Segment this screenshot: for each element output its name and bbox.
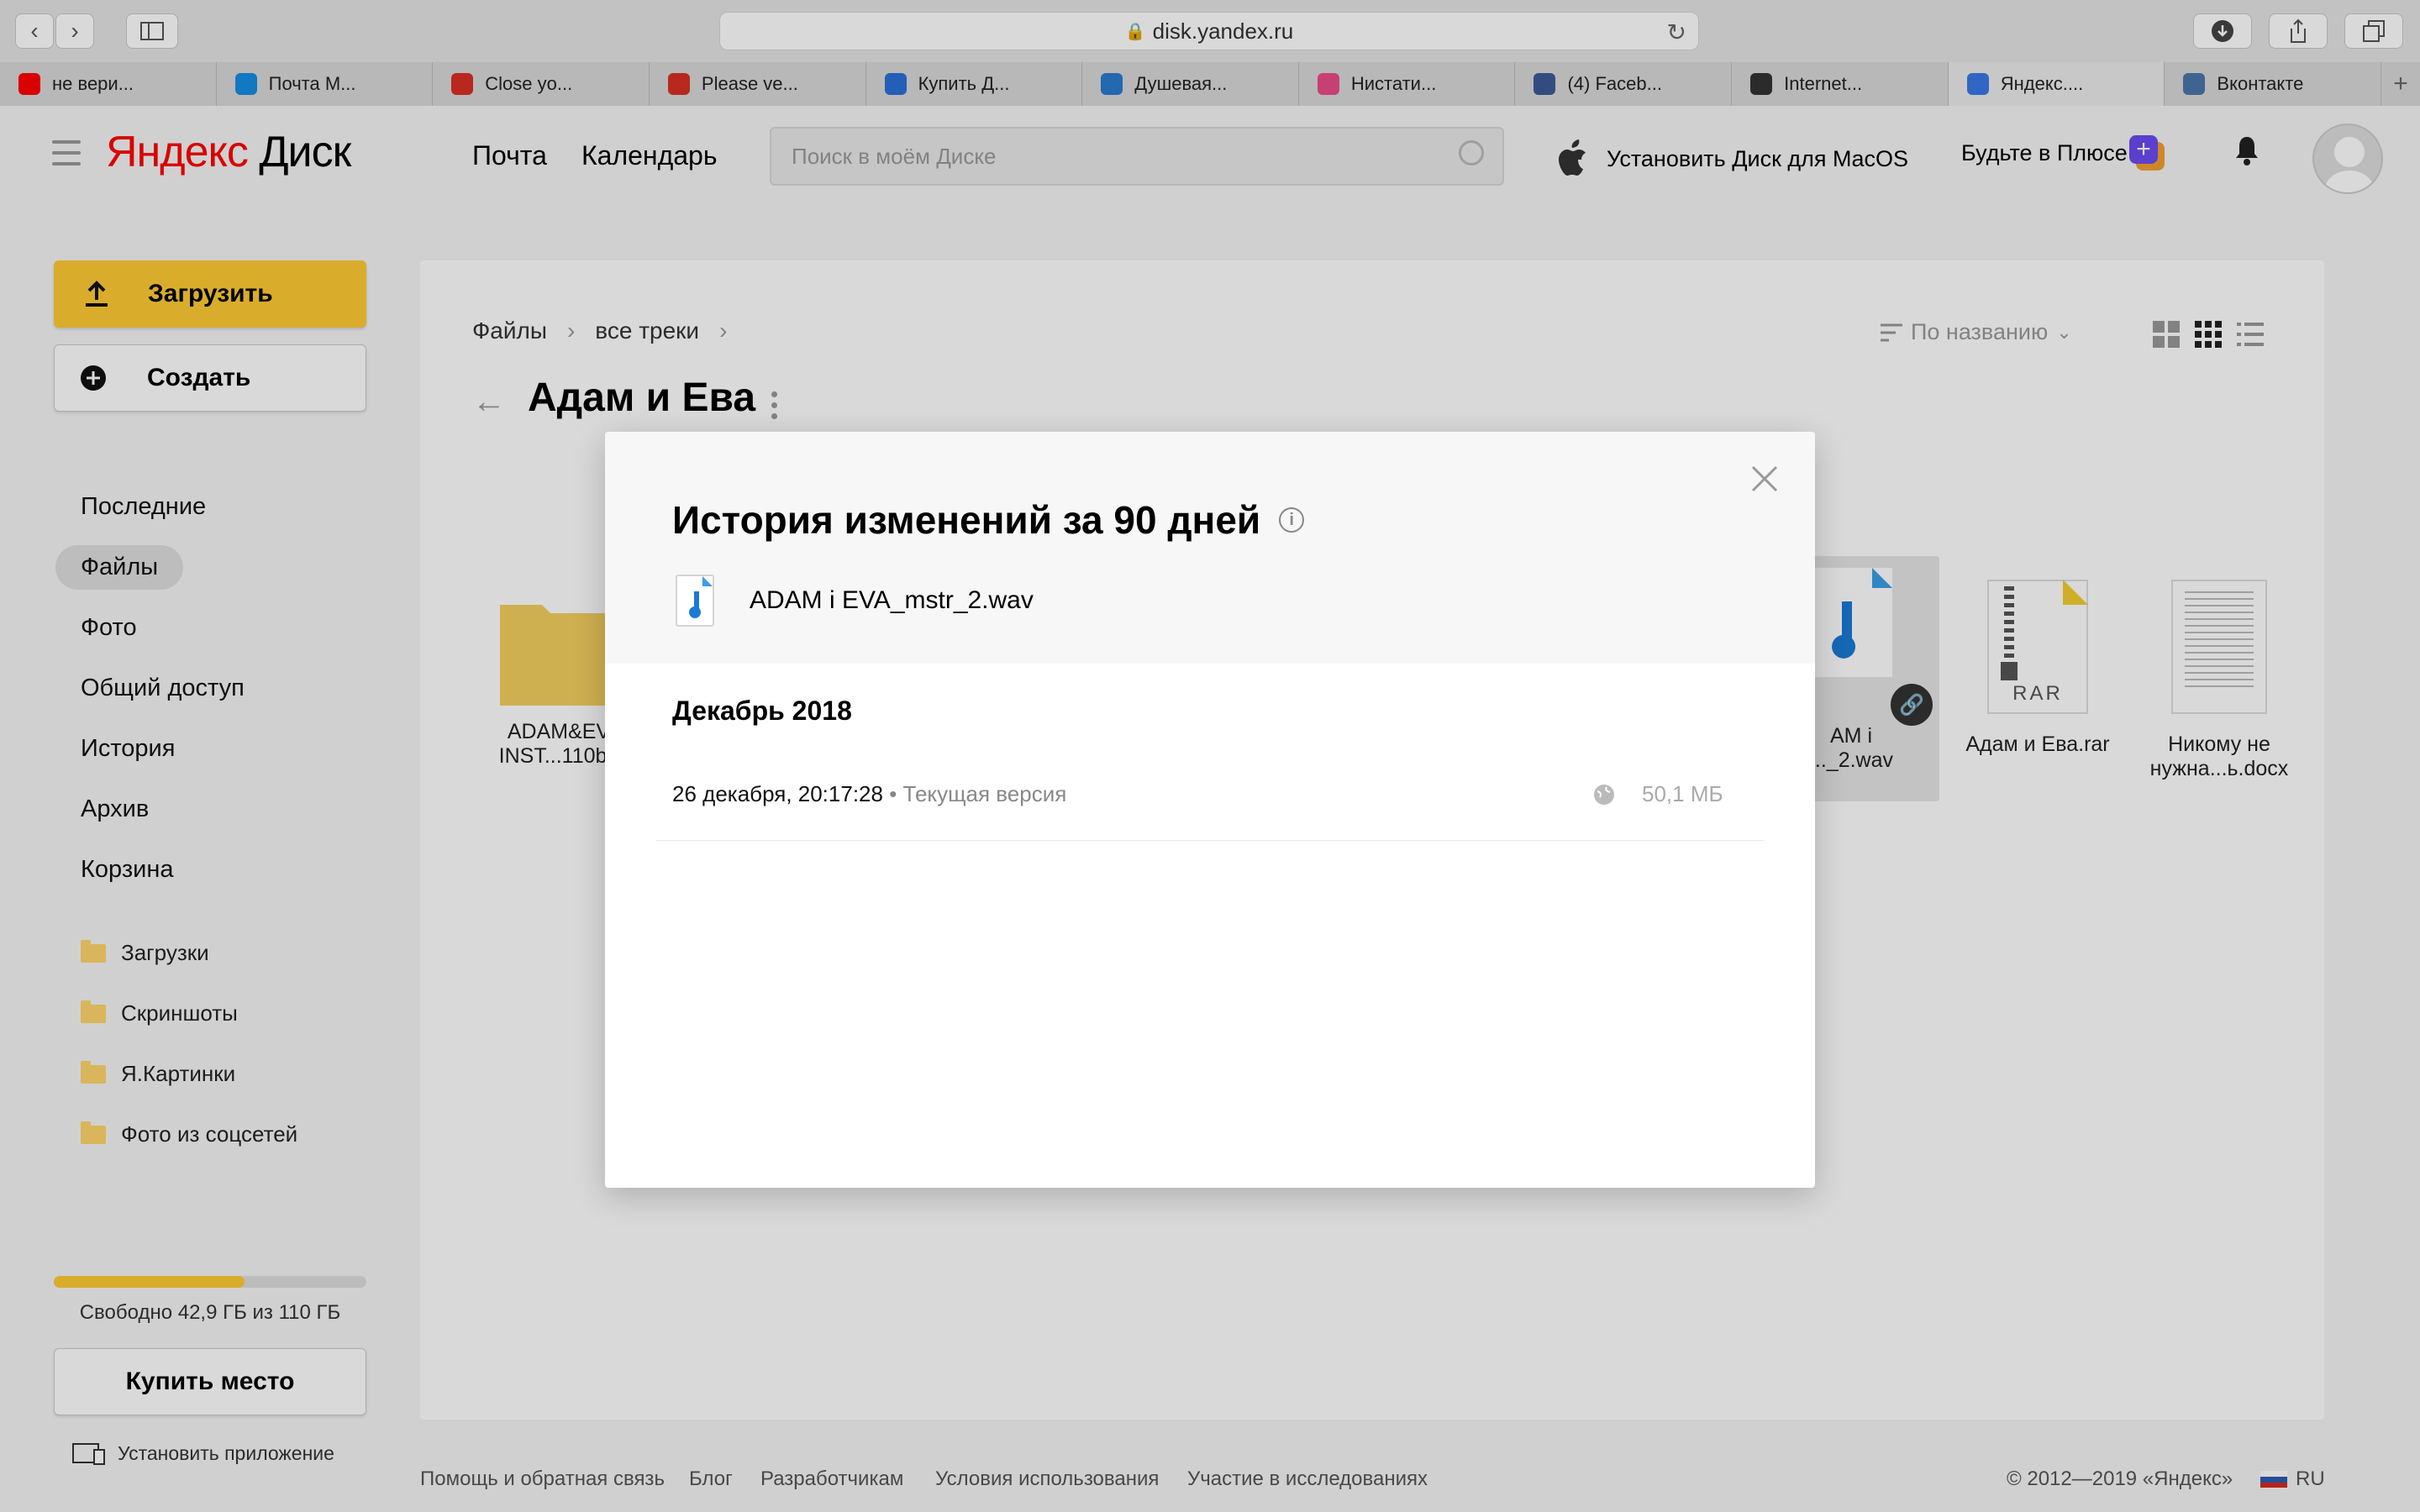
dialog-file-name: ADAM i EVA_mstr_2.wav [750,586,1034,614]
close-icon[interactable] [1748,462,1781,496]
music-note-icon [689,576,713,618]
version-date: 26 декабря, 20:17:28 [672,781,883,806]
version-size: 50,1 МБ [1642,781,1723,806]
version-row[interactable]: 26 декабря, 20:17:28 • Текущая версия [672,781,1066,807]
dialog-title: История изменений за 90 дней i [672,497,1305,543]
info-icon[interactable]: i [1279,507,1305,533]
dialog-title-text: История изменений за 90 дней [672,498,1261,542]
dialog-file: ADAM i EVA_mstr_2.wav [676,575,1034,627]
current-version-label: • Текущая версия [889,781,1067,806]
audio-file-icon [676,575,714,627]
divider [655,840,1765,841]
globe-icon [1594,784,1614,805]
month-heading: Декабрь 2018 [672,696,852,726]
version-history-dialog: История изменений за 90 дней i ADAM i EV… [605,432,1815,1188]
version-meta: 50,1 МБ [1593,781,1723,807]
dialog-header: История изменений за 90 дней i ADAM i EV… [605,432,1815,664]
